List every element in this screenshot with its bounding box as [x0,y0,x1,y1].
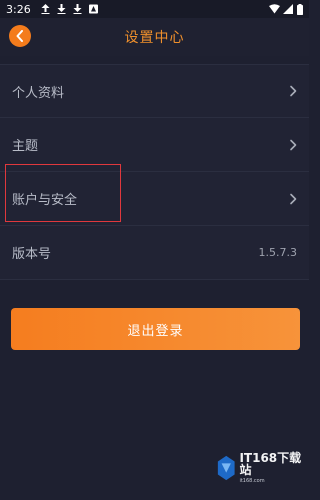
download-icon [73,4,82,14]
menu-item-profile[interactable]: 个人资料 [0,64,309,118]
app-header: 设置中心 [0,18,309,56]
version-value: 1.5.7.3 [258,246,297,259]
menu-item-theme[interactable]: 主题 [0,118,309,172]
watermark-text: IT168下载站 [239,451,302,477]
page-title: 设置中心 [124,30,185,46]
logout-button[interactable]: 退出登录 [11,308,300,350]
settings-menu: 个人资料 主题 账户与安全 版本号 1.5.7.3 [0,64,309,280]
chevron-right-icon [289,193,297,205]
watermark: IT168下载站 it168.com [216,446,308,490]
download-icon [57,4,66,14]
status-time: 3:26 [6,2,31,16]
menu-item-label: 个人资料 [12,85,65,101]
menu-item-label: 主题 [12,139,39,154]
chevron-left-icon [16,30,23,42]
upload-icon [41,4,50,14]
battery-icon [297,4,303,15]
app-notification-icon [88,4,98,14]
watermark-subtext: it168.com [239,478,265,484]
menu-item-account-security[interactable]: 账户与安全 [0,172,309,226]
signal-icon [283,4,293,14]
wifi-icon [269,4,280,14]
chevron-right-icon [289,139,297,151]
chevron-right-icon [289,85,297,97]
back-button[interactable] [9,25,31,47]
menu-item-label: 版本号 [12,247,52,262]
status-bar: 3:26 [0,0,309,18]
menu-item-version: 版本号 1.5.7.3 [0,226,309,280]
watermark-logo-icon [217,455,235,481]
menu-item-label: 账户与安全 [12,193,78,208]
